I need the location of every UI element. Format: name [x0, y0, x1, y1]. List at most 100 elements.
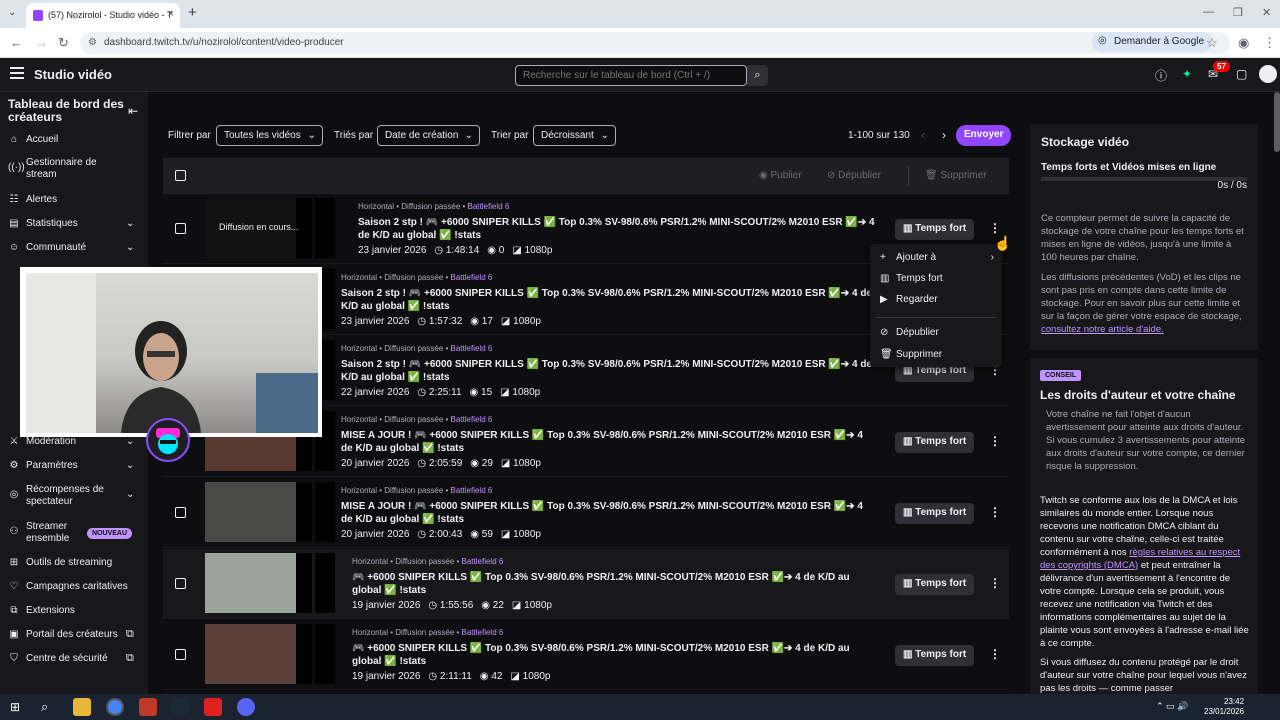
profile-icon[interactable]: ◉: [1238, 35, 1249, 51]
sidebar-item-statistiques[interactable]: ▤ Statistiques ⌄: [8, 218, 138, 234]
select-all-checkbox[interactable]: [175, 170, 186, 181]
more-menu-icon[interactable]: ⋮: [1263, 35, 1276, 51]
sidebar-item-campagnes[interactable]: ♡ Campagnes caritatives: [8, 581, 128, 597]
tab-list-icon[interactable]: ⌄: [8, 7, 16, 18]
video-thumbnail[interactable]: Diffusion en cours...: [205, 198, 312, 258]
video-title[interactable]: 🎮 +6000 SNIPER KILLS ✅ Top 0.3% SV-98/0.…: [352, 571, 875, 597]
site-info-icon[interactable]: ⚙: [88, 37, 97, 48]
avatar[interactable]: [1259, 65, 1277, 83]
menu-item-highlight[interactable]: ▥ Temps fort: [880, 273, 943, 284]
whispers-icon[interactable]: ▢: [1236, 67, 1247, 81]
steam-icon[interactable]: [171, 698, 189, 716]
row-checkbox[interactable]: [175, 649, 186, 660]
video-thumbnail[interactable]: [205, 553, 312, 613]
file-explorer-icon[interactable]: [73, 698, 91, 716]
video-row[interactable]: Horizontal • Diffusion passée • Battlefi…: [163, 620, 1009, 690]
page-scrollbar[interactable]: [1274, 92, 1280, 152]
video-row[interactable]: Horizontal • Diffusion passée • Battlefi…: [163, 478, 1009, 548]
close-tab-icon[interactable]: ×: [168, 8, 174, 20]
maximize-icon[interactable]: ❐: [1233, 6, 1243, 19]
more-options-icon[interactable]: ⋮: [989, 221, 1001, 235]
forward-icon[interactable]: →: [35, 35, 48, 50]
sidebar-item-communaute[interactable]: ☺ Communauté ⌄: [8, 242, 138, 258]
row-checkbox[interactable]: [175, 507, 186, 518]
highlight-button[interactable]: ▥ Temps fort: [895, 503, 975, 524]
video-title[interactable]: MISE A JOUR ! 🎮 +6000 SNIPER KILLS ✅ Top…: [341, 429, 875, 455]
menu-item-watch[interactable]: ▶ Regarder: [880, 294, 938, 305]
highlight-button[interactable]: ▥ Temps fort: [895, 574, 975, 595]
close-window-icon[interactable]: ✕: [1262, 6, 1271, 19]
new-tab-icon[interactable]: +: [188, 4, 197, 21]
sidebar-item-recompenses[interactable]: ◎ Récompenses de spectateur ⌄: [8, 484, 138, 507]
menu-item-unpublish[interactable]: ⊘ Dépublier: [880, 327, 939, 338]
game-link[interactable]: Battlefield 6: [462, 557, 504, 566]
game-link[interactable]: Battlefield 6: [468, 202, 510, 211]
game-link[interactable]: Battlefield 6: [451, 415, 493, 424]
sidebar-item-securite[interactable]: ⛉ Centre de sécurité ⧉: [8, 652, 144, 669]
more-options-icon[interactable]: ⋮: [989, 576, 1001, 590]
prev-page-icon[interactable]: ‹: [921, 128, 925, 142]
sidebar-item-outils[interactable]: ⊞ Outils de streaming: [8, 557, 112, 573]
discord-icon[interactable]: [237, 698, 255, 716]
url-text[interactable]: dashboard.twitch.tv/u/nozirolol/content/…: [104, 37, 344, 48]
publish-button[interactable]: ◉ Publier: [759, 170, 802, 181]
highlight-button[interactable]: ▥ Temps fort: [895, 219, 975, 240]
help-icon[interactable]: ⓘ: [1155, 67, 1167, 84]
video-row[interactable]: Horizontal • Diffusion passée • Battlefi…: [163, 549, 1009, 619]
sidebar-item-stream-manager[interactable]: ((·)) Gestionnaire de stream: [8, 157, 118, 180]
game-link[interactable]: Battlefield 6: [462, 628, 504, 637]
browser-tab[interactable]: (57) Nozirolol - Studio vidéo - T ×: [26, 3, 180, 28]
row-checkbox[interactable]: [175, 223, 186, 234]
game-link[interactable]: Battlefield 6: [451, 344, 493, 353]
minimize-icon[interactable]: —: [1203, 6, 1214, 18]
highlight-button[interactable]: ▥ Temps fort: [895, 432, 975, 453]
taskbar-clock[interactable]: 23:42 23/01/2026: [1204, 697, 1244, 717]
sidebar-item-portail[interactable]: ▣ Portail des créateurs ⧉: [8, 628, 144, 645]
upload-button[interactable]: Envoyer: [956, 125, 1012, 146]
sort-order-dropdown[interactable]: Décroissant ⌄: [533, 125, 616, 146]
video-thumbnail[interactable]: [205, 624, 312, 684]
reload-icon[interactable]: ↻: [58, 35, 69, 51]
menu-item-delete[interactable]: 🗑 Supprimer: [880, 349, 942, 360]
tray-icons[interactable]: ⌃ ▭ 🔊: [1156, 701, 1188, 712]
sidebar-item-parametres[interactable]: ⚙ Paramètres ⌄: [8, 460, 138, 476]
delete-button[interactable]: 🗑 Supprimer: [925, 170, 987, 181]
sidebar-item-streamer-ensemble[interactable]: ⚇ Streamer ensemble: [8, 521, 88, 544]
highlight-button[interactable]: ▥ Temps fort: [895, 645, 975, 666]
hamburger-menu-icon[interactable]: [10, 67, 24, 79]
video-title[interactable]: Saison 2 stp ! 🎮 +6000 SNIPER KILLS ✅ To…: [341, 358, 875, 384]
more-options-icon[interactable]: ⋮: [989, 505, 1001, 519]
video-title[interactable]: MISE A JOUR ! 🎮 +6000 SNIPER KILLS ✅ Top…: [341, 500, 875, 526]
back-icon[interactable]: ←: [10, 35, 23, 50]
chrome-icon[interactable]: [106, 698, 124, 716]
search-icon[interactable]: ⌕: [41, 699, 48, 715]
game-link[interactable]: Battlefield 6: [451, 273, 493, 282]
menu-item-add-to[interactable]: + Ajouter à ›: [880, 252, 996, 263]
sidebar-item-alertes[interactable]: ☷ Alertes: [8, 194, 58, 210]
app-icon[interactable]: [139, 698, 157, 716]
search-button[interactable]: ⌕: [747, 65, 768, 86]
sidebar-item-moderation[interactable]: ⚔ Modération ⌄: [8, 436, 138, 452]
dashboard-search-input[interactable]: [515, 65, 747, 86]
game-link[interactable]: Battlefield 6: [451, 486, 493, 495]
bookmark-star-icon[interactable]: ☆: [1206, 35, 1218, 51]
sidebar-item-accueil[interactable]: ⌂ Accueil: [8, 134, 58, 150]
unpublish-button[interactable]: ⊘ Dépublier: [827, 170, 881, 181]
video-title[interactable]: 🎮 +6000 SNIPER KILLS ✅ Top 0.3% SV-98/0.…: [352, 642, 875, 668]
more-options-icon[interactable]: ⋮: [989, 434, 1001, 448]
sort-field-dropdown[interactable]: Date de création ⌄: [377, 125, 480, 146]
video-title[interactable]: Saison 2 stp ! 🎮 +6000 SNIPER KILLS ✅ To…: [341, 287, 875, 313]
video-title[interactable]: Saison 2 stp ! 🎮 +6000 SNIPER KILLS ✅ To…: [358, 216, 875, 242]
filter-dropdown[interactable]: Toutes les vidéos ⌄: [216, 125, 323, 146]
row-checkbox[interactable]: [175, 578, 186, 589]
windows-start-icon[interactable]: ⊞: [10, 700, 20, 714]
crystal-icon[interactable]: ✦: [1182, 67, 1192, 81]
ask-google-button[interactable]: ◎ Demander à Google: [1092, 32, 1213, 52]
video-thumbnail[interactable]: [205, 482, 312, 542]
app-icon[interactable]: [204, 698, 222, 716]
collapse-sidebar-icon[interactable]: ⇤: [128, 104, 138, 118]
sidebar-item-extensions[interactable]: ⧉ Extensions: [8, 605, 75, 621]
help-article-link[interactable]: consultez notre article d'aide.: [1041, 324, 1164, 335]
next-page-icon[interactable]: ›: [942, 128, 946, 142]
more-options-icon[interactable]: ⋮: [989, 647, 1001, 661]
